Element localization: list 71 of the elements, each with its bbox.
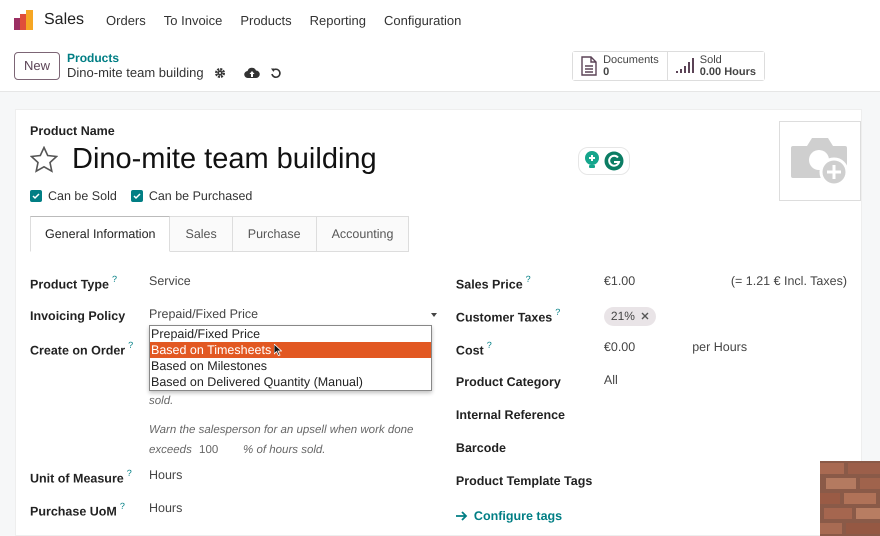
- discard-icon[interactable]: [270, 66, 282, 78]
- field-label: Cost: [456, 343, 484, 358]
- dropdown-option[interactable]: Based on Timesheets: [150, 342, 431, 358]
- settings-icon[interactable]: [214, 66, 226, 78]
- app-name[interactable]: Sales: [44, 11, 84, 29]
- field-label: Internal Reference: [456, 408, 565, 422]
- cursor-icon: [274, 344, 282, 356]
- grammar-assistant-icon[interactable]: [604, 151, 624, 171]
- tax-tag[interactable]: 21%: [604, 306, 656, 326]
- tab[interactable]: Purchase: [232, 216, 317, 252]
- document-icon: [581, 56, 598, 76]
- field-value: €1.00: [604, 274, 636, 290]
- lightbulb-icon[interactable]: [584, 151, 600, 169]
- help-mark[interactable]: ?: [486, 340, 492, 350]
- menu-item[interactable]: Reporting: [310, 12, 366, 28]
- app-logo-icon[interactable]: [14, 10, 36, 30]
- product-name[interactable]: Dino-mite team building: [72, 143, 377, 176]
- field-label: Product Name: [30, 124, 115, 138]
- configure-tags-link[interactable]: Configure tags: [456, 509, 562, 523]
- field-label: Product Category: [456, 375, 561, 389]
- checkmark-icon: [32, 192, 40, 200]
- record-name: Dino-mite team building: [67, 65, 204, 80]
- checkbox[interactable]: [130, 190, 143, 202]
- menu-item[interactable]: Products: [240, 12, 292, 28]
- threshold-input[interactable]: 100: [195, 440, 244, 460]
- field-label: Invoicing Policy: [30, 309, 126, 323]
- tab[interactable]: General Information: [30, 216, 170, 252]
- field-label: Unit of Measure: [30, 471, 124, 486]
- checkbox[interactable]: [30, 190, 42, 202]
- cloud-upload-icon[interactable]: [244, 66, 260, 78]
- help-mark[interactable]: ?: [128, 340, 134, 350]
- cost-unit: per Hours: [692, 340, 748, 356]
- help-mark[interactable]: ?: [112, 274, 117, 284]
- checkbox-label[interactable]: Can be Sold: [48, 189, 117, 203]
- breadcrumb-link[interactable]: Products: [67, 51, 282, 65]
- upsell-warning: Warn the salesperson for an upsell when work done exceeds 100 % of hours sold.: [149, 420, 434, 460]
- field-description: sold.: [149, 394, 174, 409]
- field-value: Service: [149, 274, 191, 290]
- menu-item[interactable]: Orders: [106, 12, 146, 28]
- field-label: Product Template Tags: [456, 474, 592, 488]
- arrow-right-icon: [456, 511, 468, 521]
- menu-item[interactable]: Configuration: [384, 12, 462, 28]
- field-value: All: [604, 373, 618, 389]
- field-value: Hours: [149, 468, 182, 484]
- dropdown-option[interactable]: Based on Delivered Quantity (Manual): [150, 374, 431, 390]
- field-value: Hours: [149, 501, 182, 517]
- field-label: Sales Price: [456, 277, 523, 292]
- bar-chart-icon: [676, 58, 694, 74]
- field-label: Create on Order: [30, 343, 126, 358]
- new-button[interactable]: New: [14, 52, 60, 80]
- help-mark[interactable]: ?: [526, 274, 531, 284]
- favorite-star-icon[interactable]: [30, 146, 58, 173]
- dropdown-option[interactable]: Based on Milestones: [150, 358, 431, 374]
- stat-button[interactable]: Sold 0.00 Hours: [666, 52, 764, 80]
- help-mark[interactable]: ?: [555, 307, 560, 317]
- tax-included-price: (= 1.21 € Incl. Taxes): [730, 274, 847, 290]
- remove-icon[interactable]: [640, 312, 649, 320]
- help-mark[interactable]: ?: [126, 468, 132, 478]
- invoicing-policy-select[interactable]: Prepaid/Fixed Price: [149, 307, 437, 327]
- dropdown-option[interactable]: Prepaid/Fixed Price: [150, 326, 431, 342]
- tab[interactable]: Sales: [170, 216, 233, 252]
- menu-item[interactable]: To Invoice: [164, 12, 222, 28]
- checkmark-icon: [132, 192, 141, 200]
- field-label: Purchase UoM: [30, 504, 117, 518]
- field-label: Barcode: [456, 441, 506, 455]
- tab[interactable]: Accounting: [316, 216, 410, 252]
- help-mark[interactable]: ?: [120, 501, 125, 511]
- field-label: Product Type: [30, 277, 109, 292]
- field-label: Customer Taxes: [456, 310, 552, 324]
- checkbox-label[interactable]: Can be Purchased: [148, 189, 252, 203]
- field-value: €0.00: [604, 340, 636, 356]
